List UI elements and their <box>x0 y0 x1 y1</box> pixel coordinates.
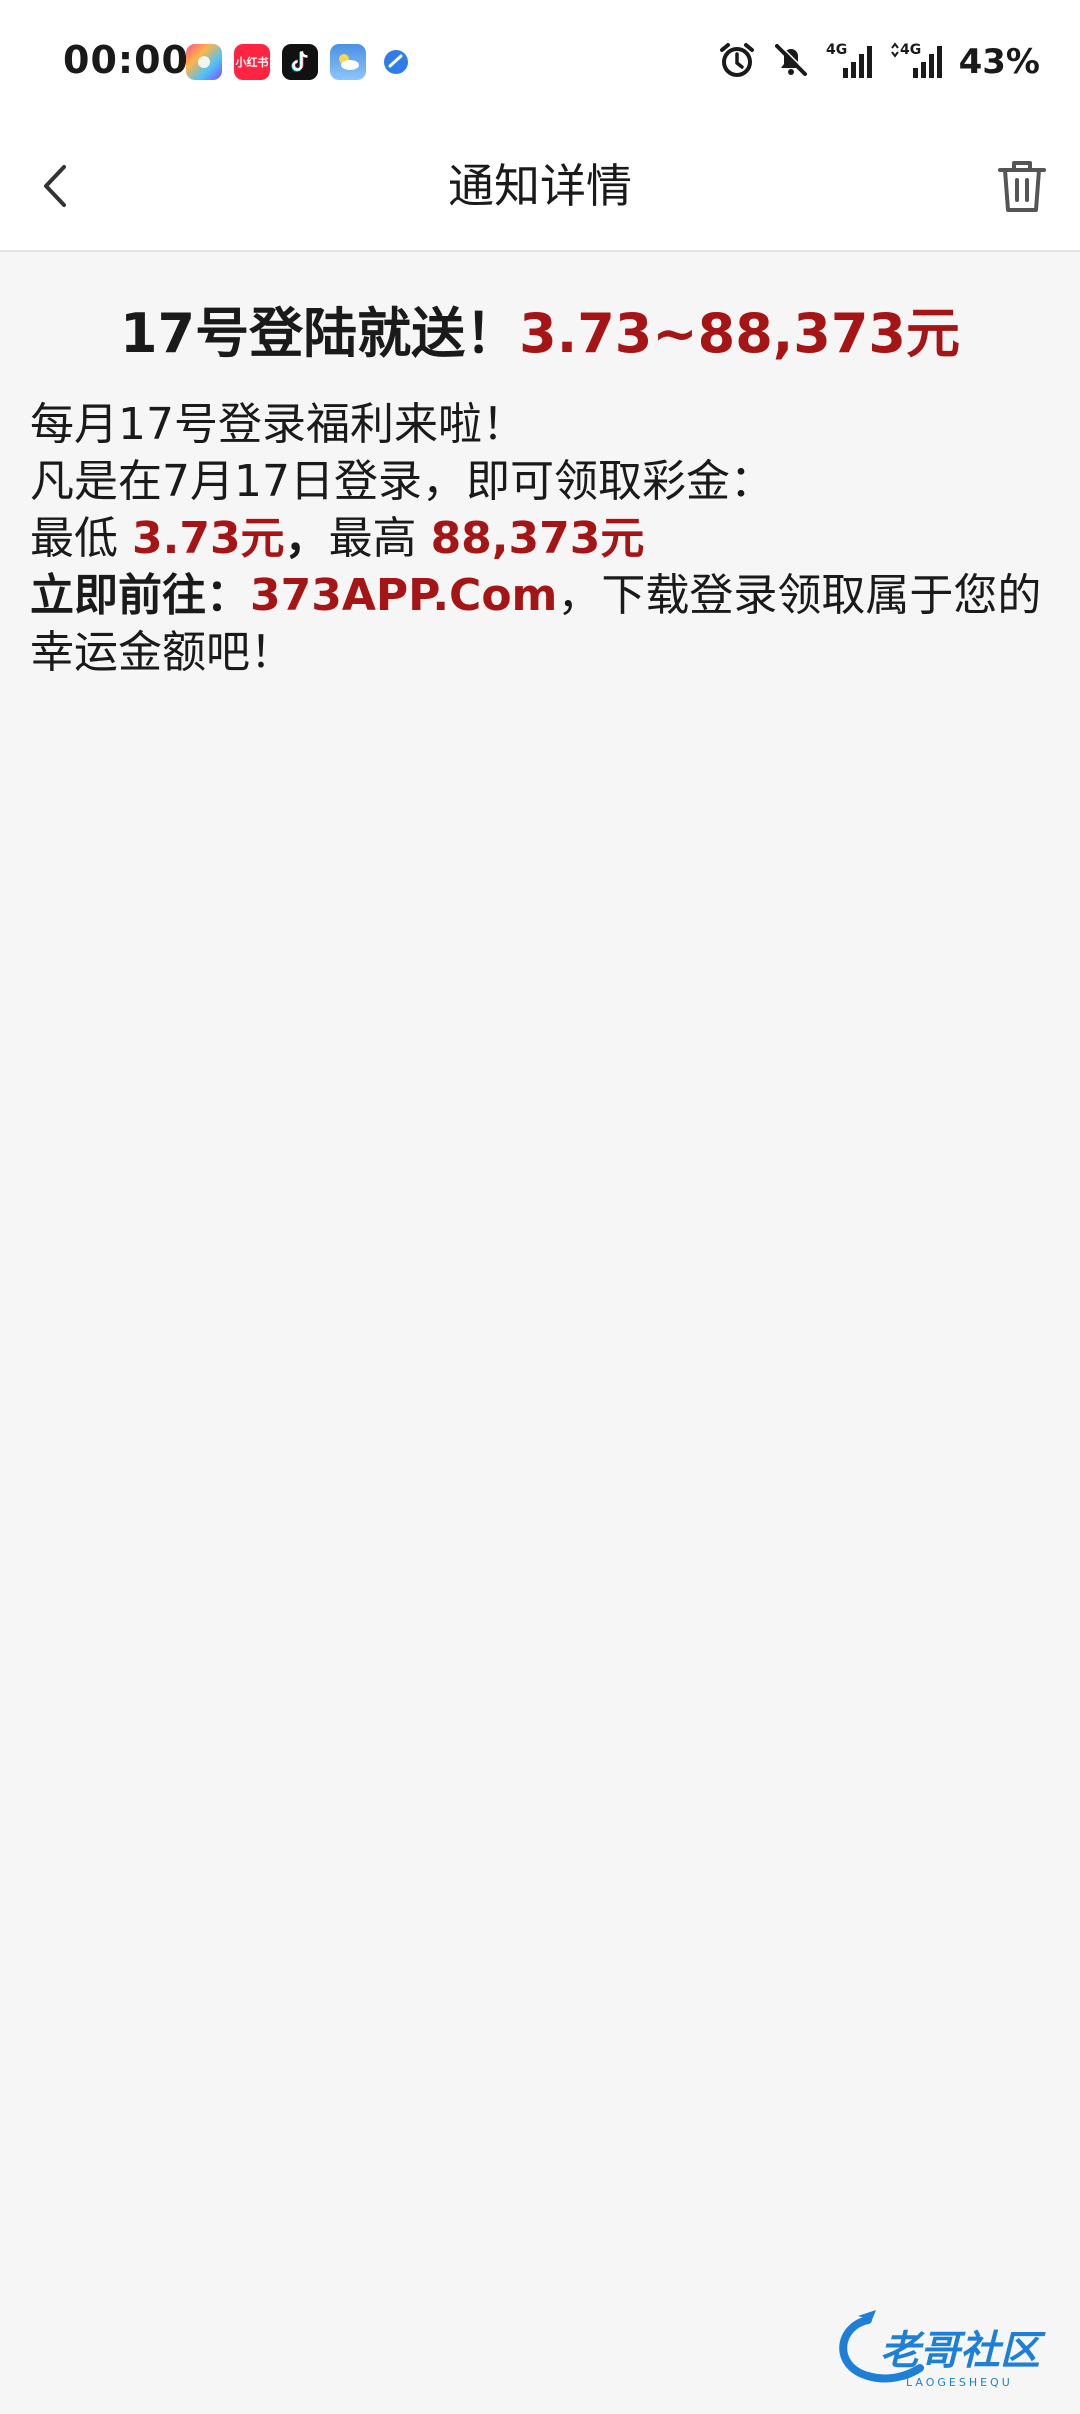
trash-icon <box>998 161 1046 212</box>
notification-app-icons: 小红书 <box>186 44 414 80</box>
alarm-icon <box>717 40 757 84</box>
notice-content: 17号登陆就送！3.73~88,373元 每月17号登录福利来啦！ 凡是在7月1… <box>30 252 1050 681</box>
signal-4g-data-icon: 4G <box>889 40 945 84</box>
signal-4g-label: 4G <box>826 42 847 58</box>
blue-app-icon <box>378 44 414 80</box>
watermark-text: 老哥社区 <box>880 2328 1046 2374</box>
status-time: 00:00 <box>63 38 189 82</box>
min-label: 最低 <box>30 513 132 564</box>
notice-line-1: 每月17号登录福利来啦！ <box>30 399 526 450</box>
signal-4g-icon: 4G <box>825 40 875 84</box>
tiktok-app-icon <box>282 44 318 80</box>
notice-title-amount: 3.73~88,373元 <box>519 302 960 365</box>
notice-title: 17号登陆就送！3.73~88,373元 <box>30 294 1050 374</box>
weather-app-icon <box>330 44 366 80</box>
signal-4g-data-label: 4G <box>900 42 921 58</box>
min-amount: 3.73元 <box>132 513 285 564</box>
site-link[interactable]: 373APP.Com <box>250 570 557 621</box>
watermark-subtext: LAOGESHEQU <box>906 2376 1013 2389</box>
battery-percentage: 43% <box>958 42 1040 82</box>
notice-line-4: 立即前往：373APP.Com，下载登录领取属于您的幸运金额吧！ <box>30 567 1050 681</box>
xiaohongshu-app-icon: 小红书 <box>234 44 270 80</box>
header-bar: 通知详情 <box>0 124 1080 252</box>
delete-button[interactable] <box>990 154 1054 218</box>
go-now-label: 立即前往： <box>30 570 250 621</box>
notice-line-2: 凡是在7月17日登录，即可领取彩金： <box>30 456 774 507</box>
amount-separator: ， <box>284 513 329 564</box>
status-indicators: 4G 4G 43% <box>717 40 1040 84</box>
mute-bell-icon <box>771 40 811 84</box>
watermark-logo: 老哥社区 LAOGESHEQU <box>828 2306 1060 2392</box>
page-title: 通知详情 <box>448 159 632 213</box>
xiaohongshu-label: 小红书 <box>235 55 269 69</box>
photos-app-icon <box>186 44 222 80</box>
max-label: 最高 <box>328 513 431 564</box>
notice-line-3: 最低 3.73元，最高 88,373元 <box>30 510 1050 567</box>
status-bar: 00:00 小红书 4G 4G 43% <box>0 0 1080 124</box>
notice-title-prefix: 17号登陆就送！ <box>119 302 520 365</box>
max-amount: 88,373元 <box>430 513 645 564</box>
notice-body: 每月17号登录福利来啦！ 凡是在7月17日登录，即可领取彩金： 最低 3.73元… <box>30 396 1050 681</box>
